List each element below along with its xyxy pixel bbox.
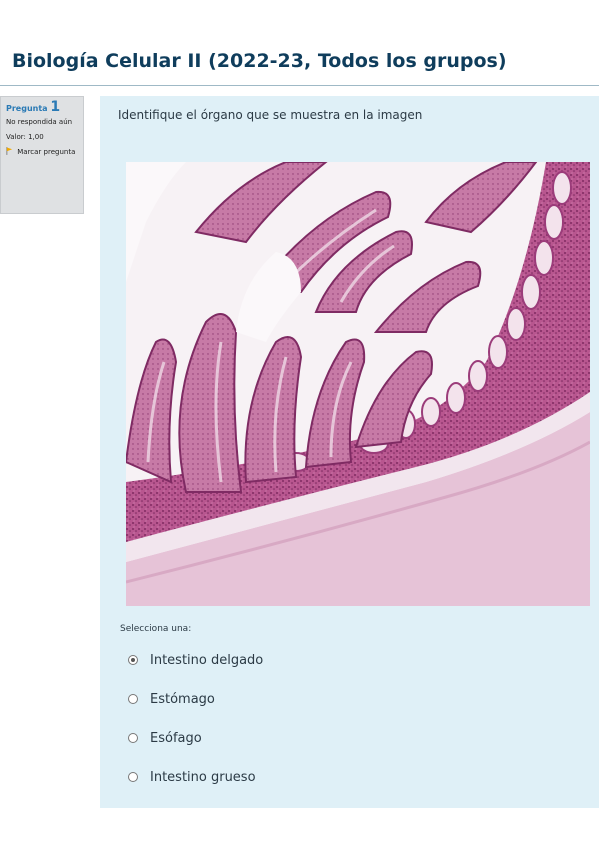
radio-estomago[interactable] xyxy=(128,694,138,704)
question-state: No respondida aún xyxy=(6,118,73,126)
course-title: Biología Celular II (2022-23, Todos los … xyxy=(12,50,507,72)
histology-image xyxy=(126,162,590,606)
question-info-panel: Pregunta 1 No respondida aún Valor: 1,00… xyxy=(0,96,84,214)
radio-esofago[interactable] xyxy=(128,733,138,743)
answer-prompt: Selecciona una: xyxy=(120,624,192,634)
option-label: Estómago xyxy=(150,691,215,707)
option-label: Esófago xyxy=(150,730,202,746)
flag-question-link[interactable]: Marcar pregunta xyxy=(6,147,78,157)
option-intestino-delgado[interactable]: Intestino delgado xyxy=(128,649,263,671)
course-header: Biología Celular II (2022-23, Todos los … xyxy=(0,40,599,86)
radio-intestino-delgado[interactable] xyxy=(128,655,138,665)
question-grade: Valor: 1,00 xyxy=(6,133,44,141)
option-esofago[interactable]: Esófago xyxy=(128,727,202,749)
option-intestino-grueso[interactable]: Intestino grueso xyxy=(128,766,256,788)
flag-label: Marcar pregunta xyxy=(17,148,76,156)
flag-icon xyxy=(6,147,13,155)
question-text: Identifique el órgano que se muestra en … xyxy=(118,108,423,122)
option-label: Intestino delgado xyxy=(150,652,264,668)
question-content: Identifique el órgano que se muestra en … xyxy=(100,96,599,808)
question-label: Pregunta xyxy=(6,104,48,113)
radio-intestino-grueso[interactable] xyxy=(128,772,138,782)
question-number: 1 xyxy=(50,99,61,115)
question-number-heading: Pregunta 1 xyxy=(6,99,78,115)
option-label: Intestino grueso xyxy=(150,769,256,785)
option-estomago[interactable]: Estómago xyxy=(128,688,215,710)
